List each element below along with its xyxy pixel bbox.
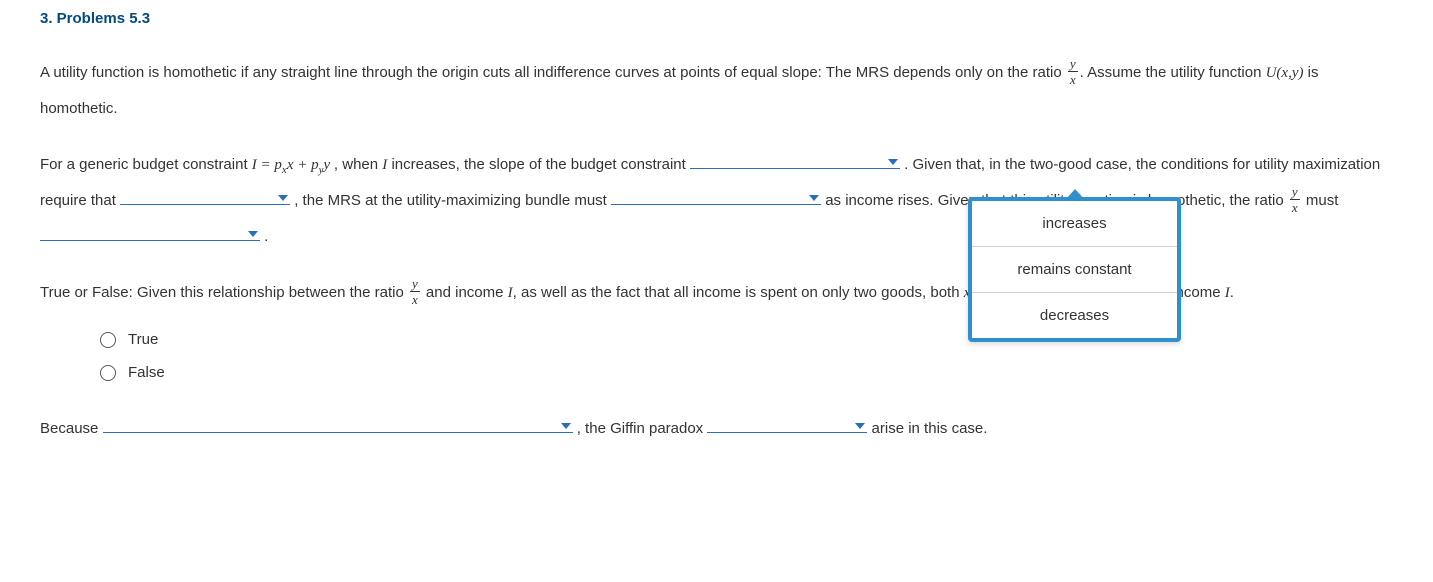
fraction-y-over-x: y x [1290,185,1300,214]
text: increases, the slope of the budget const… [387,156,690,173]
radio-option-true[interactable]: True [100,331,1393,348]
equation: I = pxx + pyy [252,157,334,173]
text: , as well as the fact that all income is… [513,284,964,301]
text: . Assume the utility function [1080,64,1266,81]
dropdown-option-remains-constant[interactable]: remains constant [972,247,1177,293]
chevron-down-icon [561,423,571,429]
dropdown-blank-4[interactable] [40,222,260,241]
chevron-down-icon [278,195,288,201]
chevron-down-icon [809,195,819,201]
eq-part: y [323,157,330,173]
radio-label: True [128,331,158,348]
text: , when [334,156,382,173]
denominator: x [410,292,420,306]
dropdown-popup: increases remains constant decreases [968,197,1181,342]
utility-function: U(x,y) [1266,65,1304,81]
intro-paragraph: A utility function is homothetic if any … [40,55,1393,127]
radio-icon [100,332,116,348]
denominator: x [1068,72,1078,86]
question-container: 3. Problems 5.3 A utility function is ho… [0,0,1433,497]
text: For a generic budget constraint [40,156,252,173]
text: Because [40,420,103,437]
dropdown-blank-6[interactable] [707,414,867,433]
text: . [264,228,268,245]
dropdown-blank-3[interactable] [611,186,821,205]
true-false-paragraph: True or False: Given this relationship b… [40,275,1393,311]
eq-part: I = p [252,157,282,173]
text: True or False: Given this relationship b… [40,284,408,301]
text: arise in this case. [872,420,988,437]
chevron-down-icon [248,231,258,237]
dropdown-blank-5[interactable] [103,414,573,433]
chevron-down-icon [888,159,898,165]
numerator: y [1290,185,1300,200]
numerator: y [410,277,420,292]
chevron-down-icon [855,423,865,429]
text: . [1230,284,1234,301]
true-false-options: True False [100,331,1393,381]
dropdown-option-decreases[interactable]: decreases [972,293,1177,338]
text: , the MRS at the utility-maximizing bund… [294,192,611,209]
text: and income [426,284,508,301]
eq-part: x + p [287,157,319,173]
fraction-y-over-x: y x [410,277,420,306]
numerator: y [1068,57,1078,72]
radio-option-false[interactable]: False [100,364,1393,381]
dropdown-option-increases[interactable]: increases [972,201,1177,247]
radio-icon [100,365,116,381]
text: must [1306,192,1339,209]
text: , the Giffin paradox [577,420,708,437]
denominator: x [1290,200,1300,214]
dropdown-blank-1[interactable] [690,150,900,169]
radio-label: False [128,364,165,381]
closing-paragraph: Because , the Giffin paradox arise in th… [40,411,1393,447]
section-heading: 3. Problems 5.3 [40,10,1393,27]
body-paragraph: For a generic budget constraint I = pxx … [40,147,1393,255]
dropdown-blank-2[interactable] [120,186,290,205]
text: A utility function is homothetic if any … [40,64,1066,81]
fraction-y-over-x: y x [1068,57,1078,86]
